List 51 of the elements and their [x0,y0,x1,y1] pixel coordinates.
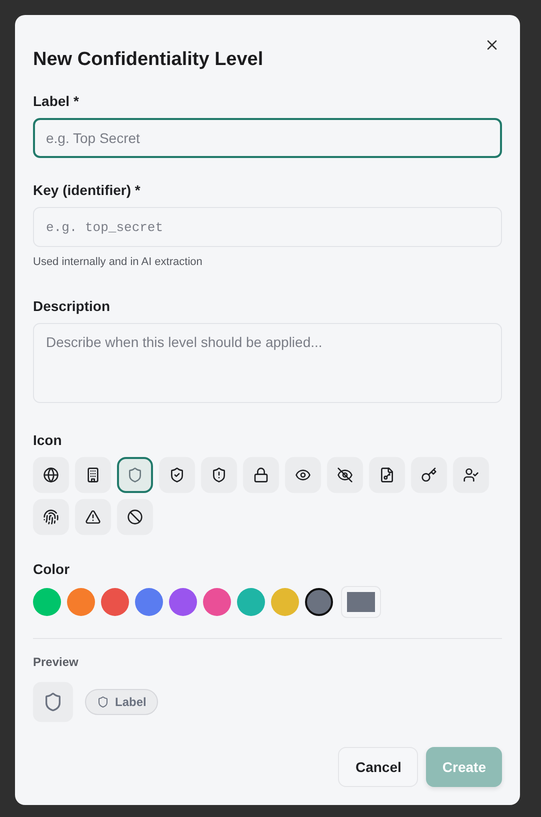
section-label: Color [33,561,71,577]
color-swatch[interactable] [135,588,163,616]
icon-option[interactable] [369,457,405,493]
icon-option[interactable] [453,457,489,493]
color-swatch[interactable] [203,588,231,616]
color-swatch[interactable] [271,588,299,616]
field-label: Description [33,298,112,314]
icon-option[interactable] [117,499,153,535]
shield-icon [43,692,63,712]
lock-icon [253,467,269,483]
icon-option[interactable] [75,457,111,493]
icon-option[interactable] [411,457,447,493]
eye-off-icon [337,467,353,483]
icon-option[interactable] [285,457,321,493]
ban-icon [127,509,143,525]
icon-option[interactable] [33,499,69,535]
section-label: Icon [33,432,63,448]
warning-icon [85,509,101,525]
fingerprint-icon [43,509,59,525]
shield-check-icon [169,467,185,483]
color-swatch[interactable] [33,588,61,616]
description-field[interactable]: Describe when this level should be applied... [33,323,502,403]
dialog-title: New Confidentiality Level [33,49,264,71]
icon-option[interactable] [243,457,279,493]
icon-option[interactable] [159,457,195,493]
key-icon [421,467,437,483]
custom-color-picker[interactable] [341,586,381,618]
icon-option[interactable] [33,457,69,493]
field-label: Label * [33,93,80,109]
field-label: Key (identifier) * [33,182,142,198]
globe-icon [43,467,59,483]
icon-option[interactable] [327,457,363,493]
color-swatch[interactable] [237,588,265,616]
input-field[interactable]: e.g. Top Secret [33,118,502,158]
icon-option[interactable] [75,499,111,535]
badge-label: Label [115,695,146,709]
building-icon [85,467,101,483]
cancel-button[interactable]: Cancel [338,747,418,787]
color-swatch[interactable] [169,588,197,616]
preview-label: Preview [33,655,80,669]
field-hint: Used internally and in AI extraction [33,256,204,268]
color-swatch[interactable] [101,588,129,616]
icon-option[interactable] [201,457,237,493]
eye-icon [295,467,311,483]
color-swatch[interactable] [67,588,95,616]
color-swatch[interactable] [305,588,333,616]
shield-icon [127,467,143,483]
shield-icon [97,696,109,708]
file-key-icon [379,467,395,483]
shield-alert-icon [211,467,227,483]
user-check-icon [463,467,479,483]
